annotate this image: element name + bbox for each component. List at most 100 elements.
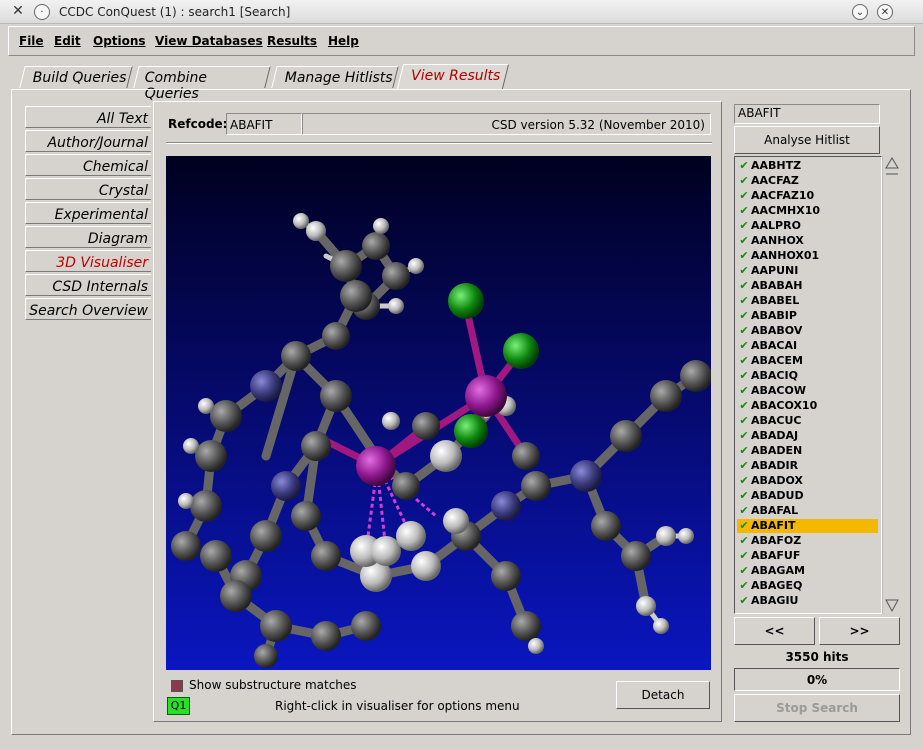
nav-experimental[interactable]: Experimental [25,202,151,224]
hit-item[interactable]: ✔ ABADOX [737,474,878,488]
hit-item[interactable]: ✔ AAPUNI [737,264,878,278]
hit-label: ABADAJ [751,429,799,442]
title-bar: ✕ · CCDC ConQuest (1) : search1 [Search]… [0,0,923,24]
hit-item[interactable]: ✔ ABABOV [737,324,878,338]
hit-item[interactable]: ✔ ABADIR [737,459,878,473]
hits-count: 3550 hits [785,650,849,664]
tab-build-queries[interactable]: Build Queries [19,66,133,88]
hit-label: ABADOX [751,474,803,487]
check-icon: ✔ [739,294,749,307]
check-icon: ✔ [739,174,749,187]
refcode-label: Refcode: [168,117,228,131]
hit-item[interactable]: ✔ AANHOX01 [737,249,878,263]
nav-all-text[interactable]: All Text [25,106,151,128]
hit-item[interactable]: ✔ ABAFOZ [737,534,878,548]
menu-edit[interactable]: Edit [54,34,81,48]
hit-label: ABACEM [751,354,803,367]
check-icon: ✔ [739,219,749,232]
nav-crystal[interactable]: Crystal [25,178,151,200]
hit-item[interactable]: ✔ AACMHX10 [737,204,878,218]
window-title: CCDC ConQuest (1) : search1 [Search] [59,5,291,19]
menu-file[interactable]: File [19,34,44,48]
next-button[interactable]: >> [819,617,900,645]
check-icon: ✔ [739,549,749,562]
hit-label: ABAFUF [751,549,801,562]
hit-label: AACMHX10 [751,204,821,217]
refcode-search-input[interactable]: ABAFIT [734,104,880,124]
check-icon: ✔ [739,354,749,367]
tab-view-results[interactable]: View Results [396,64,510,89]
nav-chemical[interactable]: Chemical [25,154,151,176]
hit-item[interactable]: ✔ ABADEN [737,444,878,458]
hit-item[interactable]: ✔ ABADUD [737,489,878,503]
check-icon: ✔ [739,459,749,472]
menu-view-databases[interactable]: View Databases [155,34,263,48]
hit-item[interactable]: ✔ ABACOW [737,384,878,398]
hitlist-scrollbar[interactable] [882,156,900,614]
hit-item[interactable]: ✔ AACFAZ [737,174,878,188]
check-icon: ✔ [739,249,749,262]
hit-item[interactable]: ✔ AANHOX [737,234,878,248]
menu-help[interactable]: Help [328,34,359,48]
check-icon: ✔ [739,579,749,592]
hit-item[interactable]: ✔ AABHTZ [737,159,878,173]
hitlist[interactable]: ✔ AABHTZ ✔ AACFAZ ✔ AACFAZ10 ✔ AACMHX10 ✔ AAL… [734,156,882,614]
nav-diagram[interactable]: Diagram [25,226,151,248]
menu-results[interactable]: Results [267,34,317,48]
hit-item[interactable]: ✔ ABABEL [737,294,878,308]
nav-csd-internals[interactable]: CSD Internals [25,274,151,296]
tab-manage-hitlists[interactable]: Manage Hitlists [271,66,399,88]
hit-item[interactable]: ✔ ABACEM [737,354,878,368]
detach-button[interactable]: Detach [616,681,710,709]
check-icon: ✔ [739,324,749,337]
hit-label: ABACAI [751,339,798,352]
show-substructure-label: Show substructure matches [189,678,357,692]
hit-item-selected[interactable]: ✔ ABAFIT [737,519,878,533]
show-substructure-checkbox[interactable] [171,680,183,692]
window-menu-icon[interactable]: · [34,4,50,20]
hit-item[interactable]: ✔ ABACIQ [737,369,878,383]
hit-item[interactable]: ✔ ABAGEQ [737,579,878,593]
check-icon: ✔ [739,414,749,427]
analyse-hitlist-button[interactable]: Analyse Hitlist [734,126,880,154]
hit-item[interactable]: ✔ ABACOX10 [737,399,878,413]
nav-3d-visualiser[interactable]: 3D Visualiser [25,250,151,272]
hit-item[interactable]: ✔ ABAGIU [737,594,878,608]
hit-item[interactable]: ✔ ABAGAM [737,564,878,578]
hit-item[interactable]: ✔ ABAFAL [737,504,878,518]
tab-combine-queries[interactable]: Combine Queries [133,66,271,102]
prev-button[interactable]: << [734,617,815,645]
check-icon: ✔ [739,444,749,457]
hit-label: AACFAZ [751,174,799,187]
hit-label: ABADIR [751,459,799,472]
hit-label: ABAFIT [751,519,796,532]
hit-item[interactable]: ✔ ABADAJ [737,429,878,443]
check-icon: ✔ [739,429,749,442]
hit-item[interactable]: ✔ ABABIP [737,309,878,323]
hit-item[interactable]: ✔ AACFAZ10 [737,189,878,203]
hit-item[interactable]: ✔ AALPRO [737,219,878,233]
hit-item[interactable]: ✔ ABAFUF [737,549,878,563]
hit-label: ABAGEQ [751,579,803,592]
nav-search-overview[interactable]: Search Overview [25,298,151,320]
csd-version: CSD version 5.32 (November 2010) [302,113,711,135]
close-icon[interactable]: ✕ [877,4,893,20]
tab-label: View Results [411,68,501,84]
hit-label: ABABEL [751,294,800,307]
hit-label: ABACOX10 [751,399,818,412]
check-icon: ✔ [739,189,749,202]
hit-label: ABAFAL [751,504,799,517]
stop-search-button[interactable]: Stop Search [734,694,900,722]
molecule-visualiser[interactable] [166,156,711,670]
nav-author-journal[interactable]: Author/Journal [25,130,151,152]
hit-label: AACFAZ10 [751,189,815,202]
menu-options[interactable]: Options [93,34,146,48]
hit-item[interactable]: ✔ ABACUC [737,414,878,428]
hit-item[interactable]: ✔ ABACAI [737,339,878,353]
check-icon: ✔ [739,339,749,352]
tab-label: Manage Hitlists [284,70,393,86]
tools-icon[interactable]: ✕ [10,4,26,20]
hit-label: AANHOX [751,234,804,247]
hit-item[interactable]: ✔ ABABAH [737,279,878,293]
chevron-down-icon[interactable]: ⌄ [852,4,868,20]
